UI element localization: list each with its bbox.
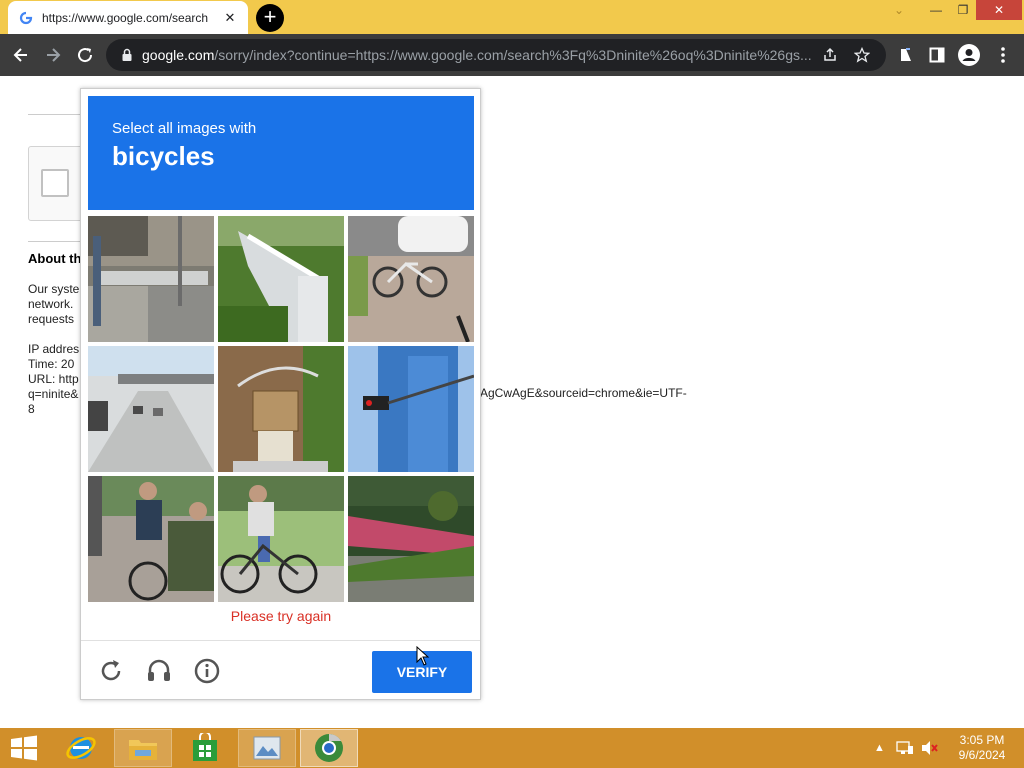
bridge-tile[interactable] <box>218 216 344 342</box>
extensions-button[interactable] <box>893 42 919 68</box>
challenge-instruction: Select all images with <box>112 120 257 137</box>
explanation-text: Our syste network. requests <box>28 282 80 326</box>
audio-challenge-icon[interactable] <box>145 657 173 685</box>
taskbar-file-explorer[interactable] <box>114 729 172 767</box>
reload-challenge-icon[interactable] <box>97 657 125 685</box>
folder-icon <box>129 740 157 760</box>
start-button[interactable] <box>0 729 48 767</box>
system-clock[interactable]: 3:05 PM 9/6/2024 <box>952 733 1012 763</box>
browser-toolbar: google.com/sorry/index?continue=https://… <box>0 34 1024 76</box>
taskbar-chrome[interactable] <box>300 729 358 767</box>
cyclist-tile[interactable] <box>218 476 344 602</box>
reload-button[interactable] <box>72 42 98 68</box>
request-url-tail: AgCwAgE&sourceid=chrome&ie=UTF- <box>480 386 687 400</box>
url-host: google.com <box>142 47 215 63</box>
garden-tile[interactable] <box>348 476 474 602</box>
network-icon[interactable] <box>896 738 914 758</box>
back-button[interactable] <box>8 42 34 68</box>
street-tile[interactable] <box>88 216 214 342</box>
lock-icon <box>122 48 132 61</box>
side-panel-button[interactable] <box>924 42 950 68</box>
windows-logo-icon <box>11 735 37 761</box>
new-tab-button[interactable]: + <box>256 4 284 32</box>
reload-icon <box>78 48 93 63</box>
bookmark-star-icon[interactable] <box>852 45 872 65</box>
image-grid <box>88 216 474 602</box>
photo-viewer-icon <box>253 736 281 760</box>
divider <box>28 114 80 115</box>
url-path: /sorry/index?continue=https://www.google… <box>214 47 812 63</box>
clock-time: 3:05 PM <box>959 733 1005 747</box>
forward-arrow-icon <box>47 48 61 62</box>
tab-close-icon[interactable]: ✕ <box>222 10 238 26</box>
tab-search-chevron-icon[interactable]: ⌄ <box>888 0 910 20</box>
info-icon[interactable] <box>193 657 221 685</box>
taskbar-image-viewer[interactable] <box>238 729 296 767</box>
basket-bicycle-tile[interactable] <box>218 346 344 472</box>
traffic-light-tile[interactable] <box>348 346 474 472</box>
menu-button[interactable] <box>990 42 1016 68</box>
recaptcha-checkbox[interactable] <box>41 169 69 197</box>
challenge-header: Select all images with bicycles <box>88 96 474 210</box>
back-arrow-icon <box>13 48 27 62</box>
chrome-icon <box>315 734 343 762</box>
url-text: google.com/sorry/index?continue=https://… <box>142 47 812 63</box>
recaptcha-challenge: Select all images with bicycles Please t… <box>80 88 481 700</box>
minimize-button[interactable]: — <box>925 0 947 20</box>
close-window-button[interactable]: ✕ <box>976 0 1022 20</box>
taskbar-store[interactable] <box>178 729 232 767</box>
windows-taskbar: ▲ 3:05 PM 9/6/2024 <box>0 728 1024 768</box>
side-panel-icon <box>929 47 945 63</box>
browser-tab[interactable]: https://www.google.com/search ✕ <box>8 1 248 34</box>
restore-button[interactable]: ❐ <box>952 0 974 20</box>
about-heading: About th <box>28 251 82 266</box>
puzzle-icon <box>901 48 911 61</box>
share-icon[interactable] <box>820 45 840 65</box>
challenge-target: bicycles <box>112 141 215 171</box>
parked-bicycle-tile[interactable] <box>348 216 474 342</box>
error-message: Please try again <box>230 608 332 624</box>
mouse-cursor-icon <box>416 646 430 666</box>
cyclists-tile[interactable] <box>88 476 214 602</box>
recaptcha-anchor[interactable] <box>28 146 88 221</box>
divider <box>28 241 80 242</box>
kebab-menu-icon <box>1001 47 1005 63</box>
tab-title: https://www.google.com/search <box>42 10 209 25</box>
avatar-icon <box>958 44 980 66</box>
clock-date: 9/6/2024 <box>958 748 1006 762</box>
store-icon <box>193 733 217 761</box>
address-bar[interactable]: google.com/sorry/index?continue=https://… <box>106 39 886 71</box>
forward-button[interactable] <box>40 42 66 68</box>
profile-button[interactable] <box>956 42 982 68</box>
internet-explorer-icon <box>66 737 96 759</box>
show-hidden-icons-button[interactable]: ▲ <box>874 728 885 768</box>
browser-titlebar: https://www.google.com/search ✕ + ⌄ — ❐ … <box>0 0 1024 34</box>
taskbar-internet-explorer[interactable] <box>54 729 108 767</box>
request-details: IP addres Time: 20 URL: http q=ninite& 8 <box>28 342 80 416</box>
google-icon <box>18 9 34 26</box>
volume-muted-icon[interactable] <box>920 738 938 758</box>
highway-tile[interactable] <box>88 346 214 472</box>
